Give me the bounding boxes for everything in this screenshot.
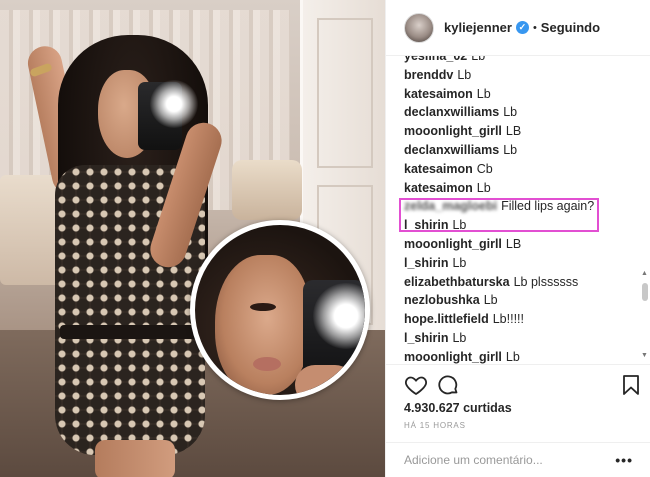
comment-composer: ••• (386, 442, 650, 477)
comment-username[interactable]: declanxwilliams (404, 143, 499, 157)
comment-row: l_shirin Lb (404, 329, 650, 348)
comment-text: LB (505, 124, 522, 139)
comment-row: katesaimon Lb (404, 179, 650, 198)
comment-text: Lb (457, 67, 472, 82)
following-button[interactable]: Seguindo (541, 20, 600, 35)
comment-username[interactable]: mooonlight_girll (404, 350, 502, 364)
comment-text: Lb (505, 349, 520, 364)
comment-username[interactable]: yesiina_02 (404, 56, 467, 63)
more-options-icon[interactable]: ••• (615, 452, 633, 468)
inset-eye (250, 303, 276, 311)
comment-text: Lb (483, 293, 498, 308)
comment-username[interactable]: zelda_magloebi (404, 199, 497, 213)
comment-username[interactable]: katesaimon (404, 162, 473, 176)
username-link[interactable]: kyliejenner (444, 20, 512, 35)
comment-text: Lb (452, 218, 467, 233)
comment-row: l_shirin Lb (404, 216, 650, 235)
comment-row: mooonlight_girll Lb (404, 348, 650, 364)
separator-dot: • (532, 21, 537, 34)
post-side-panel: kyliejenner ✓ • Seguindo yesiina_02 Lb bre… (385, 0, 650, 477)
comment-row: declanxwilliams Lb (404, 141, 650, 160)
zoom-inset (190, 220, 370, 400)
camera-flash (150, 80, 198, 128)
comment-row: katesaimon Lb (404, 85, 650, 104)
comment-username[interactable]: brenddv (404, 68, 453, 82)
door-panel (317, 18, 373, 168)
comment-text: Lb (503, 105, 518, 120)
post-header: kyliejenner ✓ • Seguindo (386, 0, 650, 56)
action-bar (386, 364, 650, 404)
comment-row: declanxwilliams Lb (404, 103, 650, 122)
comment-username[interactable]: l_shirin (404, 218, 448, 232)
comment-row: elizabethbaturska Lb plssssss (404, 273, 650, 292)
belt (60, 325, 200, 339)
inset-lips (253, 357, 281, 371)
scroll-down-arrow-icon[interactable]: ▼ (641, 352, 648, 359)
comment-row: katesaimon Cb (404, 160, 650, 179)
comment-text: Lb (471, 56, 486, 63)
avatar[interactable] (404, 12, 434, 43)
comment-username[interactable]: nezlobushka (404, 293, 480, 307)
comment-input[interactable] (404, 453, 616, 467)
inset-face (215, 255, 310, 395)
bookmark-icon[interactable] (619, 373, 643, 397)
comment-username[interactable]: mooonlight_girll (404, 237, 502, 251)
inset-flash (313, 283, 365, 349)
comment-text: Lb!!!!! (492, 312, 525, 327)
comment-text: Lb (503, 142, 518, 157)
comment-username[interactable]: l_shirin (404, 331, 448, 345)
comment-username[interactable]: katesaimon (404, 87, 473, 101)
comment-row: mooonlight_girll LB (404, 235, 650, 254)
comment-row: l_shirin Lb (404, 254, 650, 273)
post-time[interactable]: HÁ 15 HORAS (404, 421, 466, 430)
comment-username[interactable]: l_shirin (404, 256, 448, 270)
likes-count[interactable]: 4.930.627 curtidas (404, 401, 512, 415)
comment-username[interactable]: declanxwilliams (404, 105, 499, 119)
comment-text: Cb (476, 161, 493, 176)
armchair (232, 160, 302, 220)
scrollbar-thumb[interactable] (642, 283, 648, 301)
comment-row: mooonlight_girll LB (404, 122, 650, 141)
comment-row: yesiina_02 Lb (404, 56, 650, 66)
comment-row: hope.littlefield Lb!!!!! (404, 310, 650, 329)
comment-text: Lb plssssss (513, 274, 579, 289)
comment-username[interactable]: mooonlight_girll (404, 124, 502, 138)
comment-username[interactable]: elizabethbaturska (404, 275, 510, 289)
comment-list[interactable]: yesiina_02 Lb brenddv Lb katesaimon Lb declanx… (386, 56, 650, 364)
comment-username[interactable]: katesaimon (404, 181, 473, 195)
comment-username[interactable]: hope.littlefield (404, 312, 489, 326)
comment-text: Lb (452, 255, 467, 270)
highlighted-comment: zelda_magloebi Filled lips again? (404, 197, 650, 216)
comment-icon[interactable] (436, 373, 460, 397)
comment-text: Lb (452, 330, 467, 345)
post-photo[interactable] (0, 0, 385, 477)
verified-badge-icon: ✓ (515, 21, 529, 34)
comment-text: LB (505, 236, 522, 251)
comment-text: Lb (476, 86, 491, 101)
comment-text: Lb (476, 180, 491, 195)
comment-text: Filled lips again? (501, 199, 595, 214)
scroll-up-arrow-icon[interactable]: ▲ (641, 270, 648, 277)
legs (95, 440, 175, 477)
comment-row: brenddv Lb (404, 66, 650, 85)
heart-icon[interactable] (404, 373, 428, 397)
comment-row: nezlobushka Lb (404, 291, 650, 310)
inset-hand (295, 365, 355, 395)
